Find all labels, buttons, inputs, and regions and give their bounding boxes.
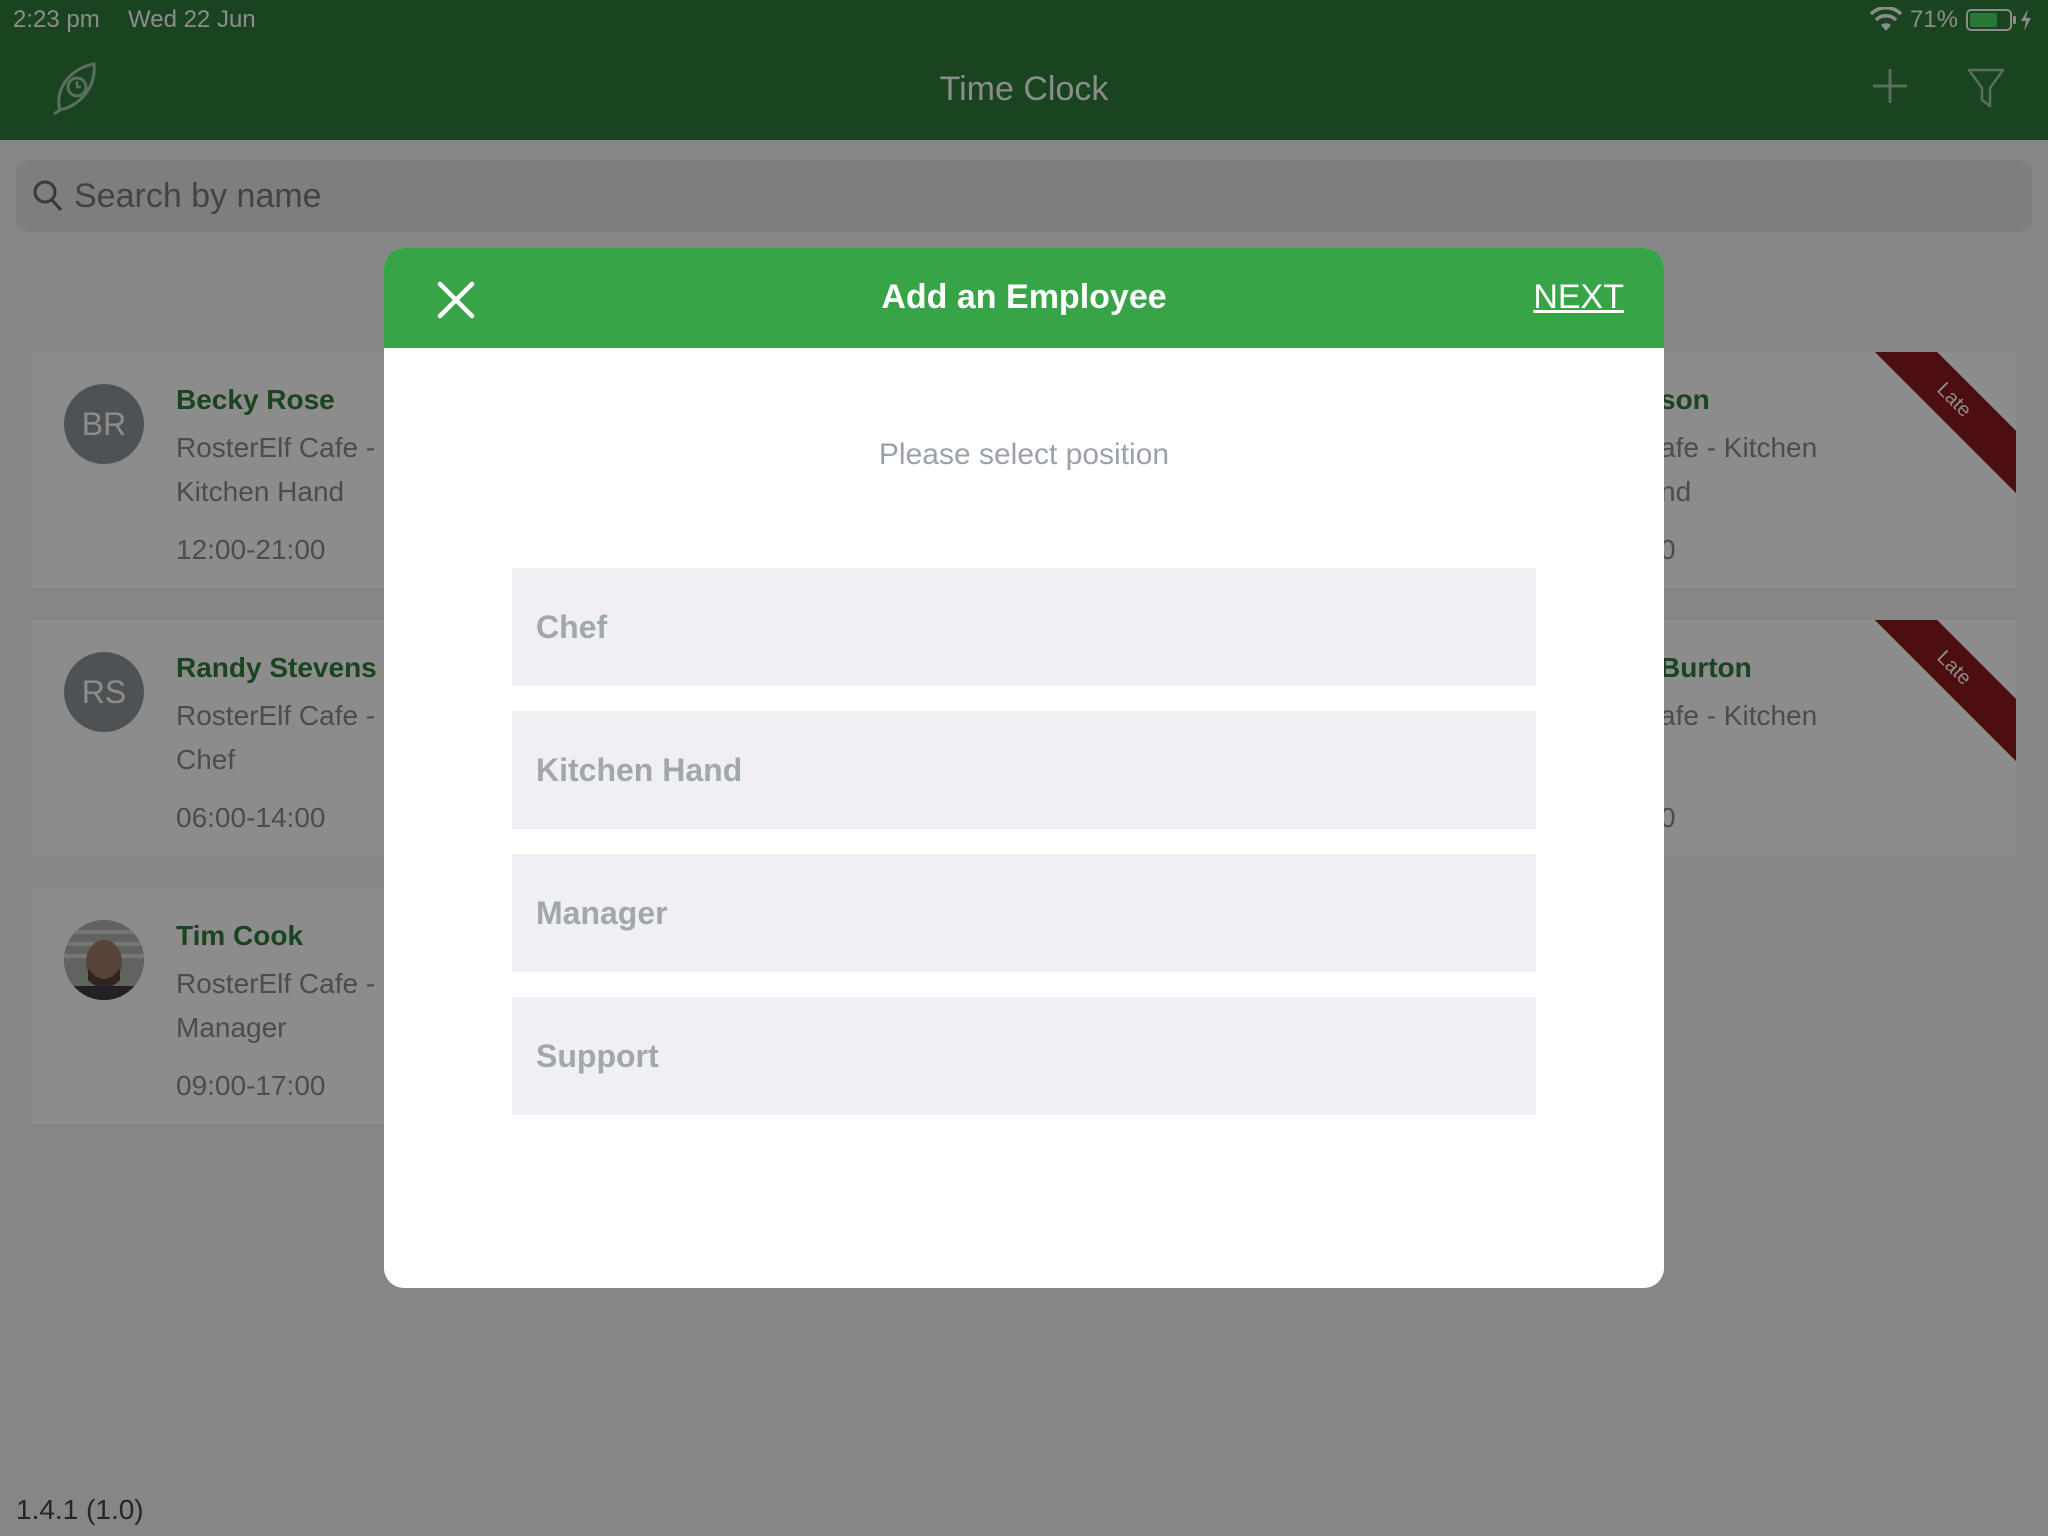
position-option-manager[interactable]: Manager xyxy=(512,854,1536,972)
dialog-title: Add an Employee xyxy=(881,278,1167,316)
position-prompt: Please select position xyxy=(878,438,1170,471)
position-option-chef[interactable]: Chef xyxy=(512,568,1536,686)
position-option-support[interactable]: Support xyxy=(512,997,1536,1115)
position-list: Chef Kitchen Hand Manager Support xyxy=(512,568,1536,1140)
add-employee-dialog: Add an Employee NEXT Please select posit… xyxy=(384,248,1664,1288)
dialog-header: Add an Employee NEXT xyxy=(384,248,1664,348)
position-option-kitchen-hand[interactable]: Kitchen Hand xyxy=(512,711,1536,829)
next-button[interactable]: NEXT xyxy=(1533,278,1624,317)
